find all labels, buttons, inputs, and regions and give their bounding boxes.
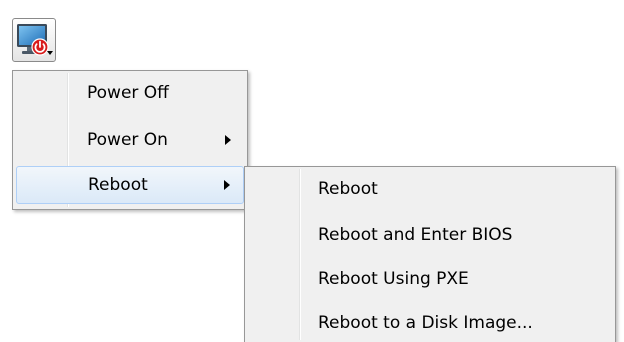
menu-item-power-off[interactable]: Power Off: [16, 74, 244, 112]
menu-item-label: Reboot: [318, 179, 378, 199]
menu-item-label: Power Off: [87, 83, 169, 103]
submenu-item-reboot[interactable]: Reboot: [248, 170, 612, 208]
screen: Power Off Power On Reboot Reboot Reboot …: [0, 0, 624, 342]
reboot-submenu: Reboot Reboot and Enter BIOS Reboot Usin…: [244, 166, 616, 342]
submenu-arrow-icon: [224, 180, 230, 190]
submenu-item-reboot-using-pxe[interactable]: Reboot Using PXE: [248, 260, 612, 298]
chevron-down-icon: [47, 51, 53, 55]
submenu-item-reboot-enter-bios[interactable]: Reboot and Enter BIOS: [248, 216, 612, 254]
submenu-arrow-icon: [225, 135, 231, 145]
power-options-button[interactable]: [12, 18, 56, 62]
submenu-item-reboot-to-disk-image[interactable]: Reboot to a Disk Image...: [248, 304, 612, 342]
menu-item-label: Reboot Using PXE: [318, 269, 469, 289]
menu-item-reboot[interactable]: Reboot: [16, 166, 244, 204]
menu-item-label: Reboot to a Disk Image...: [318, 313, 533, 333]
menu-item-power-on[interactable]: Power On: [16, 121, 244, 159]
menu-item-label: Reboot and Enter BIOS: [318, 225, 513, 245]
power-menu: Power Off Power On Reboot: [12, 70, 248, 210]
menu-item-label: Reboot: [88, 175, 148, 195]
menu-item-label: Power On: [87, 130, 168, 150]
